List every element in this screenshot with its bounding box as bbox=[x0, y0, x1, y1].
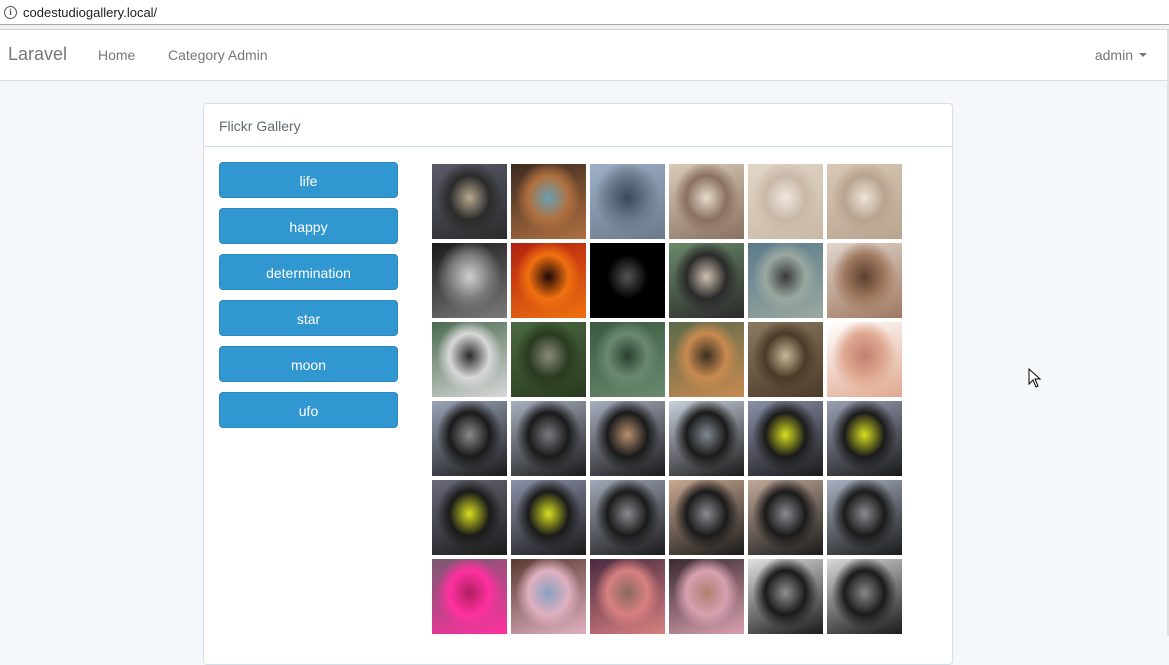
photo-thumbnail-face-collage[interactable] bbox=[511, 164, 586, 239]
photo-thumbnail-pink-tutu[interactable] bbox=[432, 559, 507, 634]
tag-button-ufo[interactable]: ufo bbox=[219, 392, 398, 428]
info-icon[interactable]: i bbox=[4, 5, 17, 19]
photo-thumbnail-model-4[interactable] bbox=[669, 401, 744, 476]
gallery-panel: Flickr Gallery life happy determination … bbox=[203, 103, 953, 665]
photo-thumbnail-woman-face-portrait[interactable] bbox=[827, 243, 902, 318]
brand-link[interactable]: Laravel bbox=[8, 44, 67, 65]
user-name: admin bbox=[1094, 47, 1133, 63]
photo-thumbnail-model-yellow-4[interactable] bbox=[511, 480, 586, 555]
photo-thumbnail-white-kitten[interactable] bbox=[748, 164, 823, 239]
photo-thumbnail-model-yellow-1[interactable] bbox=[748, 401, 823, 476]
photo-thumbnail-woman-city-portrait[interactable] bbox=[432, 164, 507, 239]
photo-thumbnail-model-2[interactable] bbox=[511, 401, 586, 476]
photo-thumbnail-woman-forest-path[interactable] bbox=[511, 322, 586, 397]
panel-heading: Flickr Gallery bbox=[204, 104, 952, 147]
photo-thumbnail-denim-jacket-2[interactable] bbox=[590, 559, 665, 634]
photo-thumbnail-black-dress-2[interactable] bbox=[827, 559, 902, 634]
user-dropdown[interactable]: admin bbox=[1095, 47, 1147, 63]
photo-thumbnail-man-pizza[interactable] bbox=[669, 322, 744, 397]
photo-thumbnail-model-5[interactable] bbox=[590, 480, 665, 555]
photo-thumbnail-hands-circle[interactable] bbox=[827, 322, 902, 397]
photo-thumbnail-woman-sitting-dock[interactable] bbox=[748, 243, 823, 318]
tag-button-life[interactable]: life bbox=[219, 162, 398, 198]
mouse-cursor-icon bbox=[1028, 368, 1042, 388]
address-bar[interactable]: i codestudiogallery.local/ bbox=[0, 0, 1169, 25]
photo-thumbnail-fiery-sunset[interactable] bbox=[511, 243, 586, 318]
navbar: Laravel Home Category Admin admin bbox=[0, 30, 1169, 81]
caret-down-icon bbox=[1139, 53, 1147, 57]
photo-thumbnail-model-6[interactable] bbox=[669, 480, 744, 555]
photo-thumbnail-black-dress-1[interactable] bbox=[748, 559, 823, 634]
photo-thumbnail-denim-jacket-1[interactable] bbox=[511, 559, 586, 634]
photo-thumbnail-comic-art[interactable] bbox=[432, 243, 507, 318]
photo-thumbnail-woman-lake-portrait[interactable] bbox=[432, 322, 507, 397]
tag-button-moon[interactable]: moon bbox=[219, 346, 398, 382]
photo-thumbnail-model-yellow-2[interactable] bbox=[827, 401, 902, 476]
photo-thumbnail-pavilion-lake[interactable] bbox=[590, 164, 665, 239]
photo-thumbnail-woman-lake-back[interactable] bbox=[590, 322, 665, 397]
photo-thumbnail-kitten-hand[interactable] bbox=[669, 164, 744, 239]
photo-thumbnail-model-3[interactable] bbox=[590, 401, 665, 476]
photo-thumbnail-alpaca-face[interactable] bbox=[748, 322, 823, 397]
photo-thumbnail-model-1[interactable] bbox=[432, 401, 507, 476]
photo-thumbnail-black-text-quote[interactable] bbox=[590, 243, 665, 318]
photo-thumbnail-model-yellow-3[interactable] bbox=[432, 480, 507, 555]
tag-button-star[interactable]: star bbox=[219, 300, 398, 336]
url-text[interactable]: codestudiogallery.local/ bbox=[23, 5, 157, 20]
nav-category-admin-link[interactable]: Category Admin bbox=[168, 47, 268, 63]
nav-home-link[interactable]: Home bbox=[98, 47, 135, 63]
photo-thumbnail-denim-jacket-3[interactable] bbox=[669, 559, 744, 634]
photo-thumbnail-woman-patterned-top[interactable] bbox=[669, 243, 744, 318]
photo-thumbnail-model-7[interactable] bbox=[748, 480, 823, 555]
panel-title: Flickr Gallery bbox=[219, 118, 301, 134]
tag-button-happy[interactable]: happy bbox=[219, 208, 398, 244]
photo-thumbnail-model-8[interactable] bbox=[827, 480, 902, 555]
photo-thumbnail-kitten-sleeping[interactable] bbox=[827, 164, 902, 239]
tag-button-determination[interactable]: determination bbox=[219, 254, 398, 290]
